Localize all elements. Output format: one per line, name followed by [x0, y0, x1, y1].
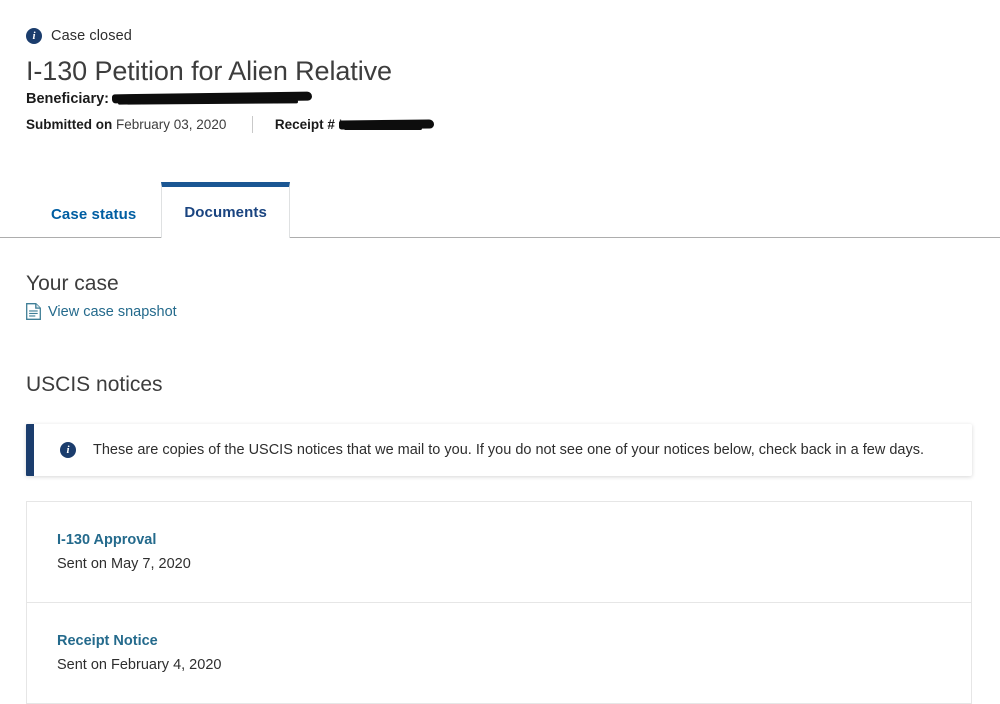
tab-list: Case status Documents	[0, 182, 1000, 238]
notice-title-link[interactable]: Receipt Notice	[57, 633, 158, 649]
redaction-stroke-name	[111, 91, 313, 104]
info-circle-icon: i	[60, 442, 76, 459]
info-circle-icon: i	[26, 28, 42, 44]
notice-sent-date: Sent on May 7, 2020	[57, 556, 191, 573]
your-case-heading: Your case	[26, 272, 119, 295]
redaction-stroke-name-2	[117, 98, 299, 105]
list-item[interactable]: I-130 Approval Sent on May 7, 2020	[27, 502, 971, 604]
main-content: Your case View case snapshot USCIS notic…	[0, 238, 1000, 704]
case-meta-row: Submitted on February 03, 2020 Receipt #…	[26, 115, 1000, 135]
case-status-text: Case closed	[51, 28, 132, 44]
callout-accent-bar	[26, 424, 34, 477]
meta-divider	[252, 115, 254, 133]
callout-body: i These are copies of the USCIS notices …	[34, 424, 972, 476]
beneficiary-row: Beneficiary:	[26, 89, 1000, 109]
notice-title-link[interactable]: I-130 Approval	[57, 532, 156, 548]
list-item[interactable]: Receipt Notice Sent on February 4, 2020	[27, 603, 971, 704]
tab-documents[interactable]: Documents	[161, 182, 290, 238]
notice-sent-date: Sent on February 4, 2020	[57, 657, 222, 674]
document-icon	[26, 303, 41, 321]
beneficiary-label: Beneficiary:	[26, 90, 110, 107]
notices-info-callout: i These are copies of the USCIS notices …	[26, 424, 972, 477]
callout-text: These are copies of the USCIS notices th…	[93, 441, 924, 458]
receipt-label: Receipt #	[274, 116, 335, 132]
notices-list: I-130 Approval Sent on May 7, 2020 Recei…	[26, 501, 972, 704]
view-case-snapshot-link[interactable]: View case snapshot	[48, 304, 177, 320]
page-title: I-130 Petition for Alien Relative	[26, 56, 392, 86]
redaction-stroke-receipt	[338, 119, 435, 130]
tab-bar: Case status Documents	[0, 182, 1000, 238]
receipt-number-redacted: I	[338, 116, 343, 132]
redaction-stroke-receipt-2	[344, 125, 422, 130]
page-header: i Case closed I-130 Petition for Alien R…	[0, 0, 1000, 135]
uscis-notices-heading: USCIS notices	[26, 373, 163, 397]
submitted-label: Submitted on	[26, 116, 113, 132]
view-case-snapshot-row[interactable]: View case snapshot	[26, 303, 974, 321]
submitted-date: February 03, 2020	[116, 116, 227, 132]
tab-case-status[interactable]: Case status	[26, 192, 161, 237]
case-status-line: i Case closed	[26, 26, 1000, 46]
